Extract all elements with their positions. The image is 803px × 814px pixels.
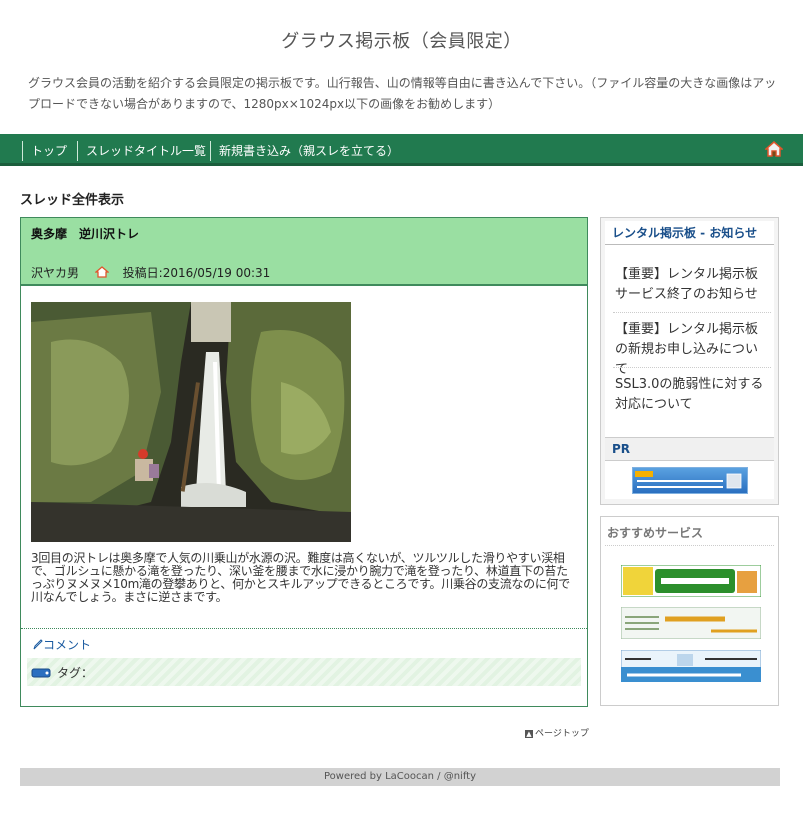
arrow-up-icon: ▲	[525, 730, 533, 738]
thread-post: 奥多摩 逆川沢トレ 沢ヤカ男 投稿日:2016/05/19 00:31 3回目の…	[20, 217, 588, 707]
thread-subject: 奥多摩 逆川沢トレ	[31, 227, 140, 241]
tag-icon	[31, 668, 51, 678]
waterfall-photo	[31, 302, 351, 542]
home-icon[interactable]	[765, 140, 783, 158]
section-title: スレッド全件表示	[20, 193, 125, 208]
interpot-banner[interactable]	[621, 565, 761, 597]
nav-bar: トップ スレッドタイトル一覧 新規書き込み（親スレを立てる）	[0, 134, 803, 166]
nav-item-thread-list[interactable]: スレッドタイトル一覧	[77, 141, 206, 161]
pr-title: PR	[605, 437, 774, 461]
nav-item-new-post[interactable]: 新規書き込み（親スレを立てる）	[210, 141, 399, 161]
sidebar-notices: レンタル掲示板 - お知らせ 【重要】レンタル掲示板サービス終了のお知らせ 【重…	[600, 217, 779, 505]
notice-item[interactable]: 【重要】レンタル掲示板の新規お申し込みについて	[615, 320, 770, 380]
sidebar-notices-inner: レンタル掲示板 - お知らせ 【重要】レンタル掲示板サービス終了のお知らせ 【重…	[605, 221, 774, 499]
page-top-label: ページトップ	[535, 729, 589, 739]
footer: Powered by LaCoocan / @nifty	[20, 768, 780, 786]
page-top-link[interactable]: ▲ ページトップ	[525, 726, 589, 739]
notice-divider	[613, 367, 771, 368]
notice-divider	[613, 312, 771, 313]
thread-header: 奥多摩 逆川沢トレ 沢ヤカ男 投稿日:2016/05/19 00:31	[21, 218, 587, 286]
page-title: グラウス掲示板（会員限定）	[281, 31, 522, 52]
domain-banner[interactable]	[621, 607, 761, 639]
comment-link[interactable]: コメント	[33, 636, 91, 653]
tag-label: タグ：	[57, 666, 94, 680]
post-body: 3回目の沢トレは奥多摩で人気の川乗山が水源の沢。難度は高くないが、ツルツルした滑…	[31, 551, 570, 604]
homepage-service-banner[interactable]	[621, 650, 761, 682]
divider	[21, 628, 587, 629]
tag-row: タグ：	[27, 658, 581, 686]
pr-banner[interactable]	[632, 467, 748, 494]
recommend-title: おすすめサービス	[607, 526, 704, 540]
notice-item[interactable]: 【重要】レンタル掲示板サービス終了のお知らせ	[615, 265, 770, 305]
recommend-divider	[605, 545, 774, 546]
pencil-icon	[33, 639, 43, 650]
thread-meta: 沢ヤカ男 投稿日:2016/05/19 00:31	[31, 264, 270, 281]
author-name[interactable]: 沢ヤカ男	[31, 266, 79, 280]
comment-label: コメント	[43, 638, 92, 652]
notices-title: レンタル掲示板 - お知らせ	[605, 221, 774, 245]
author-home-icon[interactable]	[94, 266, 109, 278]
post-date: 投稿日:2016/05/19 00:31	[122, 266, 271, 280]
sidebar-recommend: おすすめサービス	[600, 516, 779, 706]
pr-banner-art	[635, 471, 742, 489]
nav-item-top[interactable]: トップ	[22, 141, 67, 161]
notice-item[interactable]: SSL3.0の脆弱性に対する対応について	[615, 375, 770, 415]
page-description: グラウス会員の活動を紹介する会員限定の掲示板です。山行報告、山の情報等自由に書き…	[28, 76, 777, 111]
